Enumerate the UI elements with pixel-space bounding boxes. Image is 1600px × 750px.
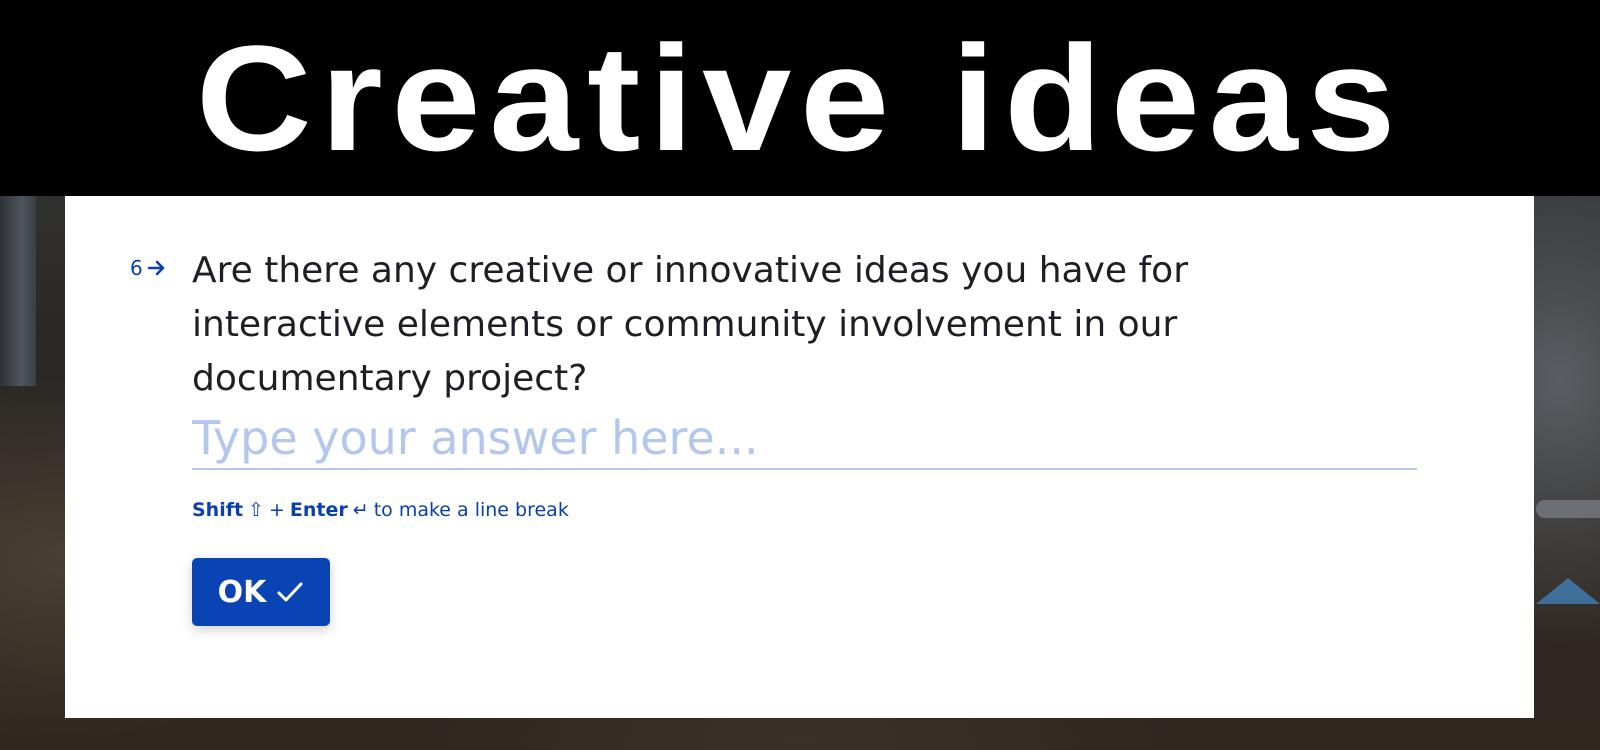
question-card: 6 Are there any creative or innovative i… <box>65 196 1534 718</box>
question-text: Are there any creative or innovative ide… <box>192 250 1188 399</box>
hint-suffix: to make a line break <box>373 499 569 521</box>
question-number-label: 6 <box>130 256 143 280</box>
hint-shift-key: Shift <box>192 499 244 521</box>
hint-plus: + <box>269 499 285 521</box>
enter-icon: ↵ <box>352 499 369 521</box>
shift-icon: ⇧ <box>248 499 264 521</box>
question-number: 6 <box>130 256 167 280</box>
banner-title: Creative ideas <box>195 14 1405 182</box>
title-banner: Creative ideas <box>0 0 1600 196</box>
ok-button-label: OK <box>217 574 267 610</box>
answer-input[interactable] <box>192 408 1417 470</box>
background-post <box>0 196 36 386</box>
background-rail <box>1536 500 1600 518</box>
ok-button[interactable]: OK <box>192 558 330 626</box>
hint-enter-key: Enter <box>289 499 348 521</box>
arrow-right-icon <box>147 260 167 276</box>
check-icon <box>276 580 304 604</box>
line-break-hint: Shift ⇧ + Enter ↵ to make a line break <box>192 499 569 521</box>
